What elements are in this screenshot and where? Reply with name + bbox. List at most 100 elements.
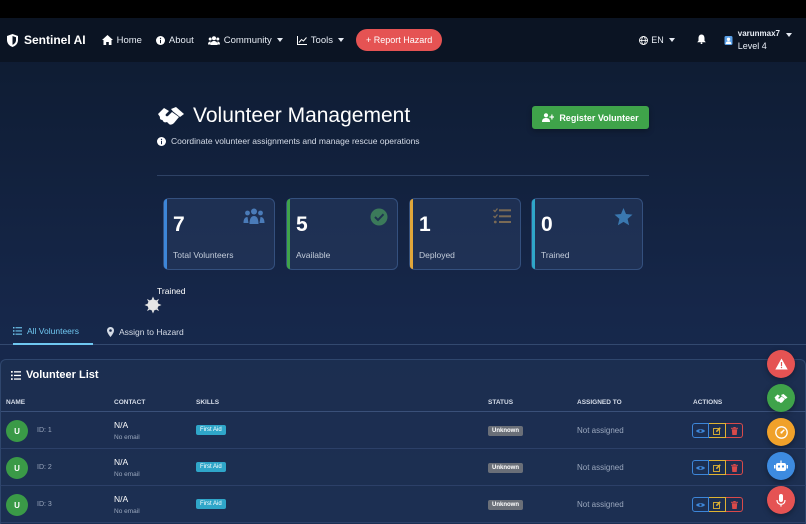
contact-value: N/A	[114, 494, 129, 504]
stat-accent-bar	[532, 199, 535, 269]
report-hazard-button[interactable]: + Report Hazard	[355, 29, 443, 51]
avatar: U	[6, 420, 28, 442]
list-icon	[13, 326, 22, 335]
volunteer-id: ID: 1	[37, 427, 52, 434]
notifications-button[interactable]	[696, 34, 706, 46]
status-badge: Unknown	[488, 426, 523, 436]
volunteer-list-panel: Volunteer List NAME CONTACT SKILLS STATU…	[0, 359, 806, 524]
skill-badge: First Aid	[196, 499, 226, 509]
brand[interactable]: Sentinel AI	[7, 33, 86, 47]
nav-about[interactable]: About	[155, 34, 194, 46]
col-contact: CONTACT	[114, 399, 146, 406]
col-status: STATUS	[488, 399, 514, 406]
floating-trained-label: Trained	[157, 286, 186, 296]
delete-button[interactable]	[726, 460, 743, 475]
table-row: U ID: 3 N/A No email First Aid Unknown N…	[1, 486, 806, 523]
eye-icon	[696, 428, 705, 433]
nav-community-dropdown[interactable]: Community	[207, 34, 283, 46]
trash-icon	[730, 426, 738, 435]
nav-right: EN varunmax7 Level 4	[639, 18, 792, 62]
nav-about-label: About	[168, 34, 194, 46]
stat-value: 1	[419, 213, 431, 236]
delete-button[interactable]	[726, 423, 743, 438]
delete-button[interactable]	[726, 497, 743, 512]
nav-community-label: Community	[223, 34, 272, 46]
chevron-down-icon	[337, 38, 344, 42]
status-badge: Unknown	[488, 500, 523, 510]
fab-dashboard[interactable]	[767, 418, 795, 446]
header-divider	[157, 175, 649, 176]
nav-tools-label: Tools	[310, 34, 333, 46]
navbar: Sentinel AI Home About Community Tools +…	[0, 18, 806, 62]
user-info: varunmax7 Level 4	[738, 28, 780, 52]
register-volunteer-label: Register Volunteer	[559, 112, 639, 123]
language-label: EN	[651, 35, 664, 45]
user-level: Level 4	[737, 41, 767, 51]
edit-button[interactable]	[709, 423, 726, 438]
tab-assign-label: Assign to Hazard	[119, 326, 184, 337]
tab-all-volunteers[interactable]: All Volunteers	[13, 318, 93, 345]
nav-home-label: Home	[116, 34, 142, 46]
nav-home[interactable]: Home	[101, 34, 142, 46]
info-icon	[157, 136, 166, 146]
microphone-icon	[776, 493, 786, 507]
stat-value: 7	[173, 213, 185, 236]
edit-button[interactable]	[709, 497, 726, 512]
chart-line-icon	[296, 35, 307, 45]
chevron-down-icon	[668, 38, 675, 42]
contact-value: N/A	[114, 457, 129, 467]
home-icon	[101, 35, 113, 45]
user-plus-icon	[542, 113, 555, 122]
tasks-icon	[493, 208, 511, 224]
panel-title: Volunteer List	[11, 369, 99, 381]
col-skills: SKILLS	[196, 399, 220, 406]
stat-available: 5 Available	[286, 198, 398, 270]
fab-report-hazard[interactable]	[767, 350, 795, 378]
nav-tools-dropdown[interactable]: Tools	[296, 34, 344, 46]
view-button[interactable]	[692, 460, 709, 475]
contact-email: No email	[114, 434, 140, 441]
assigned-to: Not assigned	[577, 463, 624, 472]
assigned-to: Not assigned	[577, 426, 624, 435]
fab-voice[interactable]	[767, 486, 795, 514]
info-icon	[155, 35, 165, 45]
shield-icon	[7, 33, 18, 47]
language-dropdown[interactable]: EN	[639, 35, 675, 45]
bell-icon	[696, 34, 706, 45]
gauge-icon	[774, 425, 788, 439]
skill-badge: First Aid	[196, 462, 226, 472]
contact-email: No email	[114, 508, 140, 515]
avatar: U	[6, 494, 28, 516]
register-volunteer-button[interactable]: Register Volunteer	[532, 106, 649, 129]
stat-accent-bar	[287, 199, 290, 269]
tab-assign-to-hazard[interactable]: Assign to Hazard	[107, 318, 184, 345]
table-header: NAME CONTACT SKILLS STATUS ASSIGNED TO A…	[1, 396, 806, 412]
row-actions	[692, 460, 743, 475]
stat-label: Deployed	[419, 250, 455, 260]
fab-volunteer[interactable]	[767, 384, 795, 412]
skill-badge: First Aid	[196, 425, 226, 435]
users-icon	[243, 208, 265, 224]
robot-icon	[774, 460, 788, 471]
edit-icon	[713, 500, 721, 509]
handshake-icon	[774, 393, 788, 403]
col-name: NAME	[6, 399, 26, 406]
view-button[interactable]	[692, 423, 709, 438]
fab-assistant[interactable]	[767, 452, 795, 480]
edit-button[interactable]	[709, 460, 726, 475]
list-icon	[11, 370, 21, 380]
user-menu[interactable]: varunmax7 Level 4	[724, 28, 792, 52]
top-bezel	[0, 0, 806, 18]
username: varunmax7	[737, 29, 780, 38]
volunteer-id: ID: 3	[37, 501, 52, 508]
brand-name: Sentinel AI	[24, 33, 86, 47]
volunteer-id: ID: 2	[37, 464, 52, 471]
stat-trained: 0 Trained	[531, 198, 643, 270]
stat-label: Trained	[541, 250, 570, 260]
trash-icon	[730, 463, 738, 472]
stat-value: 5	[296, 213, 308, 236]
globe-icon	[639, 35, 649, 45]
panel-title-text: Volunteer List	[26, 369, 99, 381]
user-badge-icon	[724, 35, 733, 45]
view-button[interactable]	[692, 497, 709, 512]
